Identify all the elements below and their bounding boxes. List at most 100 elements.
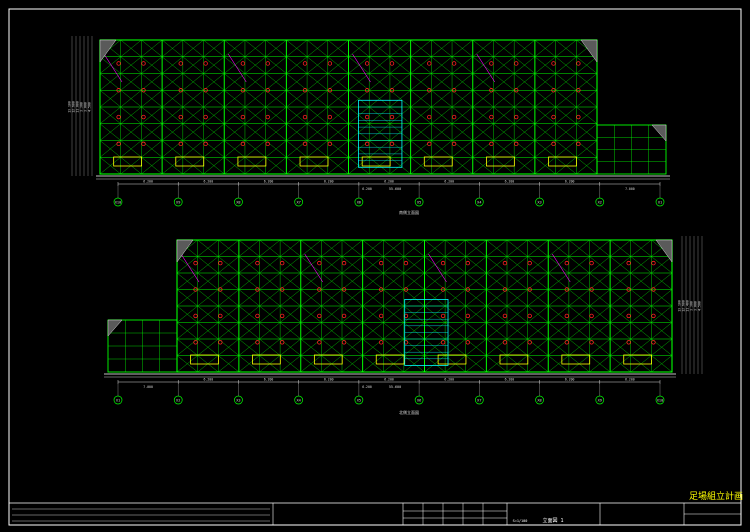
wall-tie-mark — [514, 61, 519, 66]
wall-tie-mark — [564, 313, 570, 319]
wall-tie-mark — [514, 141, 519, 147]
wall-tie-mark — [378, 260, 384, 266]
grid-label: X3 — [236, 398, 240, 402]
wall-tie-mark — [193, 313, 198, 319]
wall-tie-mark — [327, 141, 333, 147]
wall-tie-mark — [327, 114, 333, 120]
drawing-scale: S=1/100 — [513, 519, 528, 523]
wall-tie-mark — [440, 340, 446, 345]
wall-tie-mark — [141, 114, 146, 120]
wall-tie-mark — [502, 313, 508, 319]
opening-frame — [313, 354, 343, 365]
end-dimension: 7.000 — [625, 187, 635, 191]
south-elevation: 6.200 6.200 6.200 6.200 6.200 6.200 6.200 6.200… — [68, 36, 670, 215]
bay-dimension: 6.200 — [444, 378, 454, 382]
grid-label: X8 — [236, 200, 240, 204]
wall-tie-mark — [265, 114, 270, 120]
wall-tie-mark — [427, 61, 432, 66]
center-dimension: 6.200 — [362, 187, 372, 191]
wall-tie-mark — [440, 260, 446, 266]
wall-tie-mark — [327, 61, 333, 66]
wall-tie-mark — [364, 61, 370, 66]
wall-tie-mark — [489, 114, 494, 120]
grid-label: X7 — [297, 200, 301, 204]
grid-label: X6 — [417, 398, 421, 402]
wall-tie-mark — [255, 260, 260, 266]
wall-tie-mark — [626, 260, 631, 266]
wall-tie-mark — [116, 141, 121, 147]
grid-label: X5 — [357, 398, 361, 402]
wall-tie-mark — [589, 340, 594, 345]
opening-frame — [361, 156, 391, 167]
wall-tie-mark — [341, 260, 347, 266]
wall-tie-mark — [255, 313, 260, 319]
wall-tie-mark — [451, 61, 457, 66]
wall-tie-mark — [626, 313, 631, 319]
wall-tie-mark — [427, 141, 432, 147]
end-dimension: 7.000 — [143, 385, 153, 389]
wall-tie-mark — [514, 114, 519, 120]
wall-tie-mark — [465, 313, 471, 319]
wall-tie-mark — [364, 141, 370, 147]
diagonal-brace — [428, 253, 447, 283]
wall-tie-mark — [265, 141, 270, 147]
diagonal-brace — [304, 253, 324, 283]
bay-dimension: 6.200 — [324, 378, 334, 382]
wall-tie-mark — [465, 340, 471, 345]
wall-tie-mark — [317, 260, 322, 266]
bay-dimension: 6.200 — [565, 180, 575, 184]
wall-tie-mark — [502, 260, 508, 266]
grid-label: X4 — [297, 398, 301, 402]
grid-label: X2 — [176, 398, 180, 402]
bay-dimension: 6.200 — [204, 180, 214, 184]
wall-tie-mark — [378, 313, 384, 319]
opening-frame — [561, 354, 591, 365]
bay-dimension: 6.200 — [143, 180, 153, 184]
wall-tie-mark — [364, 114, 370, 120]
wall-tie-mark — [218, 340, 223, 345]
wall-tie-mark — [389, 141, 395, 147]
grid-label: X7 — [477, 398, 481, 402]
grid-label: X5 — [417, 200, 421, 204]
wall-tie-mark — [651, 313, 656, 319]
wall-tie-mark — [279, 340, 285, 345]
wall-tie-mark — [440, 313, 446, 319]
wall-tie-mark — [265, 61, 270, 66]
wall-tie-mark — [451, 114, 457, 120]
bay-dimension: 6.200 — [324, 180, 334, 184]
wall-tie-mark — [378, 340, 384, 345]
bay-dimension: 6.200 — [505, 378, 515, 382]
opening-frame — [113, 156, 143, 167]
wall-tie-mark — [193, 340, 198, 345]
wall-tie-mark — [178, 61, 183, 66]
wall-tie-mark — [279, 313, 285, 319]
opening-frame — [237, 156, 267, 167]
wall-tie-mark — [551, 61, 556, 66]
wall-tie-mark — [218, 260, 223, 266]
opening-frame — [486, 156, 515, 167]
bay-dimension: 6.200 — [384, 180, 394, 184]
opening-frame — [175, 156, 205, 167]
sheet-border — [8, 8, 742, 526]
height-dimension: 4.500 — [88, 102, 92, 112]
wall-tie-mark — [502, 340, 508, 345]
wall-tie-mark — [576, 141, 581, 147]
opening-frame — [548, 156, 577, 167]
bay-dimension: 6.200 — [625, 378, 635, 382]
overall-dimension: 55.600 — [389, 187, 401, 191]
wall-tie-mark — [141, 141, 146, 147]
wall-tie-mark — [317, 313, 322, 319]
bay-dimension: 6.200 — [565, 378, 575, 382]
wall-tie-mark — [564, 340, 570, 345]
drawing-title: 足場組立計画 — [689, 490, 743, 502]
diagonal-brace — [551, 253, 571, 283]
wall-tie-mark — [116, 114, 121, 120]
elevation-caption: 南側立面図 — [399, 209, 419, 215]
grid-label: X10 — [115, 200, 122, 204]
elevation-caption: 北側立面図 — [399, 409, 419, 415]
wall-tie-mark — [240, 114, 246, 120]
wall-tie-mark — [302, 114, 308, 120]
opening-frame — [299, 156, 329, 167]
grid-label: X4 — [477, 200, 481, 204]
grid-label: X10 — [657, 398, 664, 402]
